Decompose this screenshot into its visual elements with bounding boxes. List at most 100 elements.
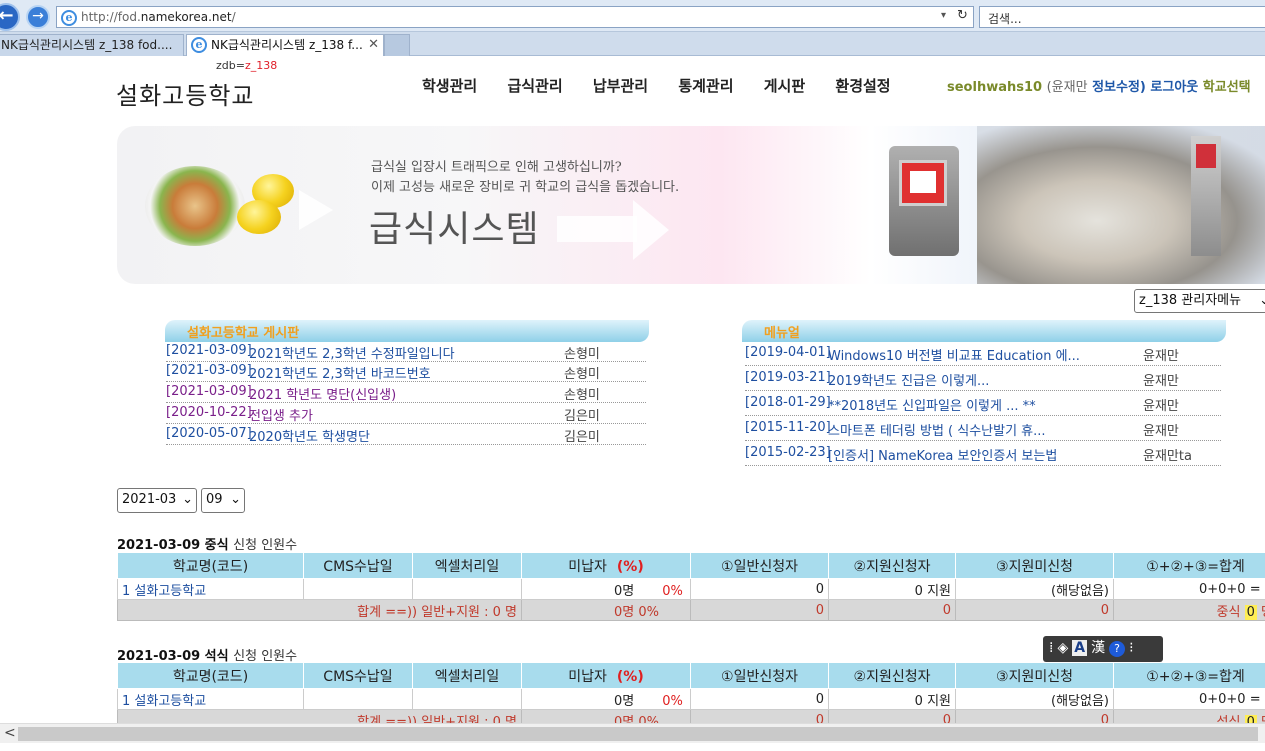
logout-link[interactable]: 로그아웃 — [1150, 80, 1198, 95]
board-row[interactable]: [2020-10-22] 전입생 추가 김은미 — [166, 404, 646, 424]
board-row[interactable]: [2018-01-29] **2018년도 신입파일은 이렇게 ... ** 윤재만 — [745, 391, 1221, 416]
url-field[interactable]: e http://fod.namekorea.net/ ▾ ↻ — [56, 6, 974, 28]
row-author: 손형미 — [564, 367, 600, 382]
nav-meal[interactable]: 급식관리 — [507, 75, 562, 96]
ime-toolbar[interactable]: ⁞ ◈ A 漢? ⁝ — [1043, 636, 1163, 662]
close-icon[interactable]: ✕ — [368, 35, 379, 55]
user-area: seolhwahs10 (윤재만 정보수정) 로그아웃 학교선택 — [947, 76, 1251, 95]
col-general: ①일반신청자 — [690, 552, 829, 579]
board-row[interactable]: [2021-03-09] 2021학년도 2,3학년 바코드번호 손형미 — [166, 362, 646, 382]
banner: 급식실 입장시 트래픽으로 인해 고생하십니까? 이제 고성능 새로운 장비로 … — [117, 126, 1265, 284]
row-title[interactable]: 전입생 추가 — [249, 405, 313, 424]
sum-row: 합계 ==)) 일반+지원 : 0 명 0명 0% 0 0 0 중식 0 명 — [117, 599, 1265, 621]
nosupport-cell: (해당없음) — [955, 688, 1114, 710]
admin-menu-select[interactable]: z_138 관리자메뉴 ⌄ — [1134, 289, 1265, 313]
row-title[interactable]: 스마트폰 테더링 방법 ( 식수난발기 휴... — [828, 420, 1046, 439]
school-cell[interactable]: 1 설화고등학교 — [117, 578, 304, 600]
banner-line-1: 급식실 입장시 트래픽으로 인해 고생하십니까? — [371, 160, 622, 175]
board-row[interactable]: [2021-03-09] 2021 학년도 명단(신입생) 손형미 — [166, 383, 646, 403]
row-author: 손형미 — [564, 388, 600, 403]
day-select[interactable]: 09 ⌄ — [201, 488, 245, 513]
main-nav: 학생관리 급식관리 납부관리 통계관리 게시판 환경설정 — [422, 75, 916, 96]
row-title[interactable]: 2019학년도 진급은 이렇게... — [828, 370, 989, 389]
total-cell: 0+0+0 = 0 — [1113, 578, 1265, 600]
nosupport-cell: (해당없음) — [955, 578, 1114, 600]
row-date: [2015-11-20] — [745, 420, 831, 435]
ime-hanja[interactable]: 漢 — [1091, 640, 1105, 656]
col-school: 학교명(코드) — [117, 662, 304, 689]
sum-unpaid: 0명 0% — [521, 599, 691, 621]
excel-cell — [412, 578, 522, 600]
day-value: 09 — [206, 492, 223, 507]
banner-line-2: 이제 고성능 새로운 장비로 귀 학교의 급식을 돕겠습니다. — [371, 180, 680, 195]
horizontal-scrollbar[interactable]: < — [0, 723, 1265, 743]
ime-mode-a[interactable]: A — [1072, 640, 1088, 656]
row-date: [2020-05-07] — [166, 426, 252, 441]
cafeteria-photo — [977, 126, 1265, 284]
search-placeholder[interactable]: 검색... — [988, 10, 1022, 27]
row-title[interactable]: 2021 학년도 명단(신입생) — [249, 384, 396, 403]
nav-stats[interactable]: 통계관리 — [678, 75, 733, 96]
url-text[interactable]: http://fod.namekorea.net/ — [81, 10, 236, 24]
col-unpaid: 미납자 (%) — [521, 662, 691, 689]
row-title[interactable]: 2020학년도 학생명단 — [249, 426, 370, 445]
page-title: 설화고등학교 — [116, 82, 255, 110]
unpaid-cell: 0명 0% — [521, 688, 691, 710]
tab-label: NK급식관리시스템 z_138 fod.... — [1, 38, 173, 52]
search-input[interactable]: 검색... — [979, 6, 1265, 28]
month-select[interactable]: 2021-03 ⌄ — [117, 488, 197, 513]
new-tab-button[interactable] — [384, 34, 410, 56]
chevron-down-icon: ⌄ — [182, 492, 193, 507]
row-title[interactable]: 2021학년도 2,3학년 바코드번호 — [249, 363, 431, 382]
table-header-row: 학교명(코드) CMS수납일 엑셀처리일 미납자 (%) ①일반신청자 ②지원신청… — [117, 552, 1265, 579]
cms-cell — [303, 688, 413, 710]
row-title[interactable]: Windows10 버전별 비교표 Education 에... — [828, 345, 1080, 364]
board-row[interactable]: [2020-05-07] 2020학년도 학생명단 김은미 — [166, 425, 646, 445]
sum-meal-count: 중식 0 명 — [1113, 599, 1265, 621]
school-cell[interactable]: 1 설화고등학교 — [117, 688, 304, 710]
grip-icon: ⁞ — [1049, 640, 1054, 656]
col-support: ②지원신청자 — [828, 662, 956, 689]
lemon-image — [237, 200, 281, 234]
general-cell: 0 — [690, 688, 829, 710]
table-row: 1 설화고등학교 0명0% 0 0 지원 (해당없음) 0+0+0 = 0 — [117, 688, 1265, 710]
col-support: ②지원신청자 — [828, 552, 956, 579]
manual-board-header: 메뉴얼 — [742, 320, 1226, 342]
board-row[interactable]: [2019-04-01] Windows10 버전별 비교표 Education … — [745, 341, 1221, 366]
chevron-down-icon: ⌄ — [230, 492, 241, 507]
row-date: [2021-03-09] — [166, 384, 252, 399]
nav-student[interactable]: 학생관리 — [422, 75, 477, 96]
row-title[interactable]: **2018년도 신입파일은 이렇게 ... ** — [828, 395, 1036, 414]
row-date: [2018-01-29] — [745, 395, 831, 410]
scrollbar-thumb[interactable] — [18, 727, 1258, 741]
col-nosupport: ③지원미신청 — [955, 662, 1114, 689]
row-title[interactable]: 2021학년도 2,3학년 수정파일입니다 — [249, 343, 455, 362]
forward-arrow-icon[interactable]: → — [26, 5, 50, 29]
board-row[interactable]: [2019-03-21] 2019학년도 진급은 이렇게... 윤재만 — [745, 366, 1221, 391]
nav-settings[interactable]: 환경설정 — [835, 75, 890, 96]
back-arrow-icon[interactable]: ← — [0, 3, 20, 31]
board-row[interactable]: [2015-11-20] 스마트폰 테더링 방법 ( 식수난발기 휴... 윤재만 — [745, 416, 1221, 441]
board-row[interactable]: [2015-02-23] [인증서] NameKorea 보안인증서 보는법 윤재만… — [745, 441, 1221, 466]
board-title[interactable]: 메뉴얼 — [764, 322, 800, 341]
edit-profile-link[interactable]: 정보수정) — [1092, 80, 1146, 95]
scroll-left-icon[interactable]: < — [4, 725, 16, 741]
help-icon[interactable]: ? — [1109, 641, 1126, 657]
school-select-link[interactable]: 학교선택 — [1203, 80, 1251, 95]
browser-tab-1[interactable]: NK급식관리시스템 z_138 fod.... — [0, 34, 184, 56]
nav-payment[interactable]: 납부관리 — [593, 75, 648, 96]
school-board-header: 설화고등학교 게시판 — [165, 320, 649, 342]
sum-nosupport: 0 — [955, 599, 1114, 621]
nav-board[interactable]: 게시판 — [764, 75, 805, 96]
dropdown-arrow-icon[interactable]: ▾ — [941, 10, 946, 21]
chevron-down-icon[interactable]: ⁝ — [1129, 640, 1133, 656]
lunch-section-title: 2021-03-09 중식 신청 인원수 — [117, 538, 298, 553]
month-value: 2021-03 — [122, 492, 177, 507]
row-title[interactable]: [인증서] NameKorea 보안인증서 보는법 — [828, 445, 1057, 464]
row-date: [2015-02-23] — [745, 445, 831, 460]
board-title[interactable]: 설화고등학교 게시판 — [187, 322, 299, 341]
col-excel: 엑셀처리일 — [412, 662, 522, 689]
browser-tab-2-active[interactable]: e NK급식관리시스템 z_138 f... ✕ — [186, 34, 384, 56]
board-row[interactable]: [2021-03-09] 2021학년도 2,3학년 수정파일입니다 손형미 — [166, 342, 646, 362]
refresh-icon[interactable]: ↻ — [957, 8, 968, 23]
